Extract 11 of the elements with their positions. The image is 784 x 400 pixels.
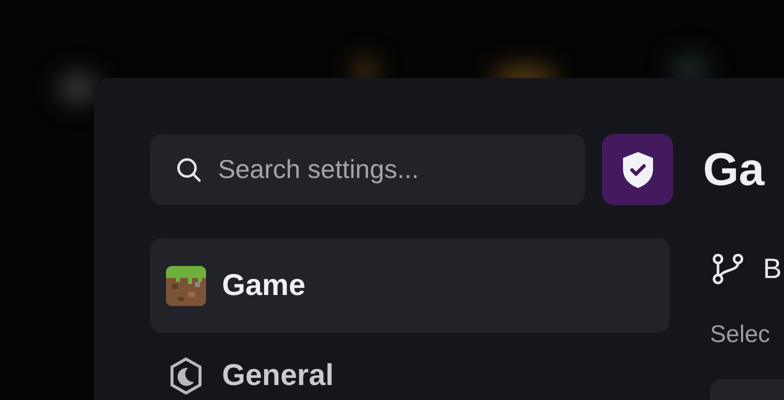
grass-block-icon	[166, 266, 206, 306]
hint-text: Selec	[710, 321, 772, 349]
section-label: B	[763, 253, 782, 285]
page-title: Ga	[703, 142, 766, 197]
search-icon	[176, 157, 202, 183]
shield-check-button[interactable]	[602, 134, 673, 205]
shield-check-icon	[620, 150, 654, 188]
branch-icon	[711, 253, 745, 285]
search-field[interactable]: Search settings...	[150, 134, 585, 205]
sidebar-item[interactable]: Game	[150, 238, 670, 333]
sidebar-item[interactable]: General	[150, 351, 670, 400]
